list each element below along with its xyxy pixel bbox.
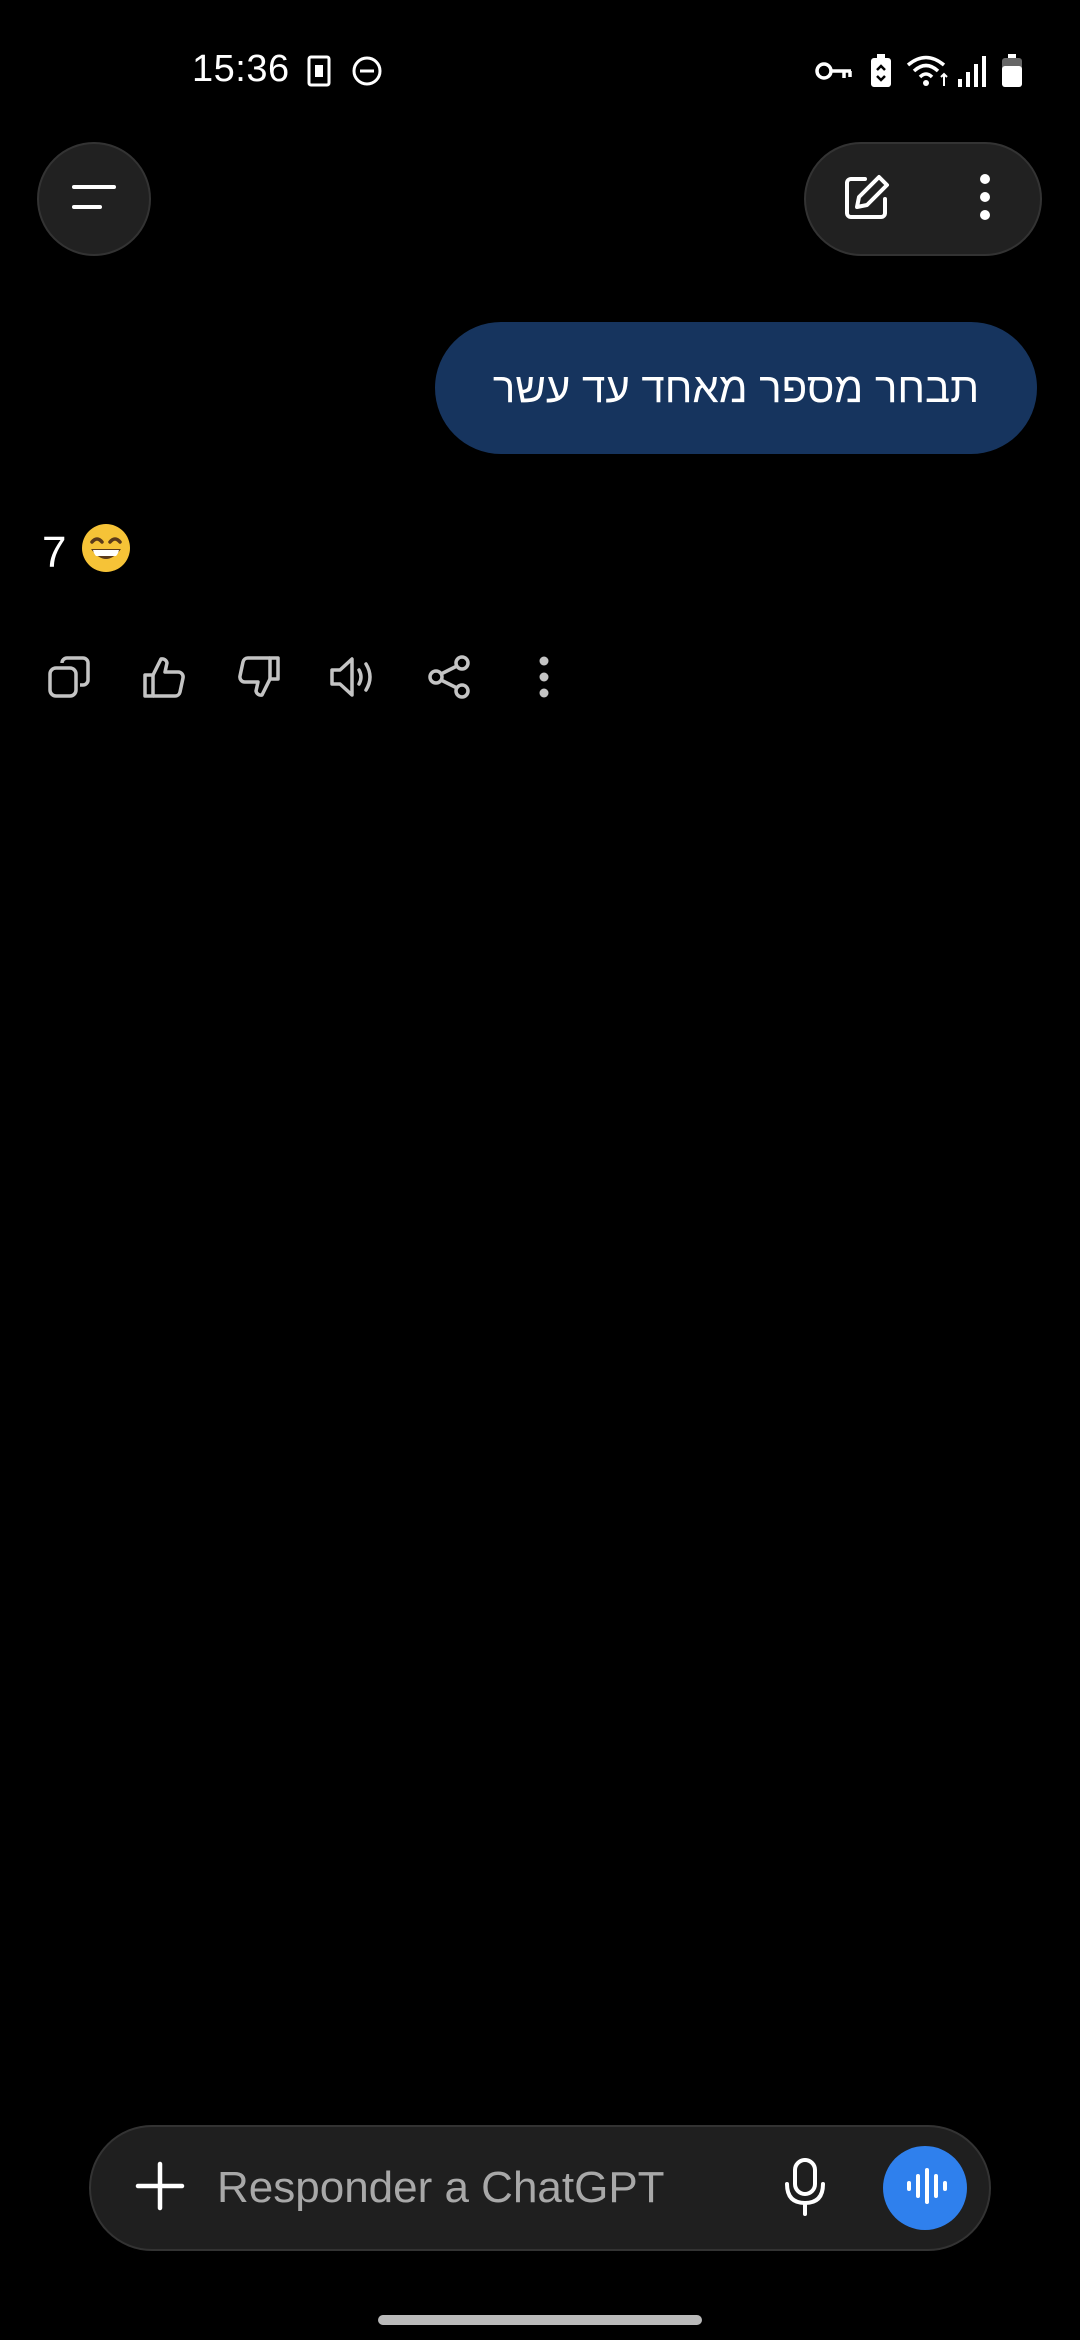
- message-composer: [89, 2125, 991, 2251]
- dislike-button[interactable]: [228, 648, 290, 710]
- battery-saver-icon: [868, 54, 894, 88]
- signal-icon: [956, 54, 988, 88]
- wifi-icon: [906, 54, 950, 88]
- vpn-key-icon: [814, 54, 854, 88]
- menu-icon: [68, 180, 120, 219]
- assistant-message: 7: [42, 520, 132, 586]
- more-vertical-icon: [538, 655, 550, 704]
- thumbs-up-icon: [140, 653, 188, 706]
- copy-icon: [45, 653, 93, 706]
- header-actions: [804, 142, 1042, 256]
- share-icon: [425, 653, 473, 706]
- home-indicator[interactable]: [378, 2315, 702, 2325]
- share-button[interactable]: [418, 648, 480, 710]
- copy-button[interactable]: [38, 648, 100, 710]
- edit-icon: [841, 171, 893, 228]
- sim-card-icon: [306, 54, 332, 88]
- menu-button[interactable]: [37, 142, 151, 256]
- more-vertical-icon: [978, 173, 992, 226]
- mic-icon: [781, 2157, 829, 2222]
- battery-icon: [1000, 54, 1024, 88]
- user-message-bubble[interactable]: תבחר מספר מאחד עד עשר: [435, 322, 1037, 454]
- speaker-icon: [328, 653, 380, 706]
- message-more-button[interactable]: [513, 648, 575, 710]
- voice-mode-icon: [903, 2166, 947, 2211]
- do-not-disturb-icon: [350, 54, 384, 88]
- read-aloud-button[interactable]: [323, 648, 385, 710]
- voice-mode-button[interactable]: [883, 2146, 967, 2230]
- new-chat-button[interactable]: [812, 144, 922, 254]
- attach-button[interactable]: [119, 2147, 201, 2229]
- assistant-reply-text: 7: [42, 528, 67, 577]
- status-time: 15:36: [192, 48, 290, 90]
- status-bar: 15:36: [0, 0, 1080, 140]
- plus-icon: [135, 2161, 185, 2216]
- like-button[interactable]: [133, 648, 195, 710]
- grinning-face-emoji: [80, 522, 132, 585]
- thumbs-down-icon: [235, 653, 283, 706]
- more-options-button[interactable]: [930, 144, 1040, 254]
- chat-screen: 15:36 תבחר מספר מאחד עד עשר 7 Responder …: [0, 0, 1080, 2340]
- dictate-button[interactable]: [763, 2147, 847, 2231]
- message-input[interactable]: [217, 2149, 717, 2227]
